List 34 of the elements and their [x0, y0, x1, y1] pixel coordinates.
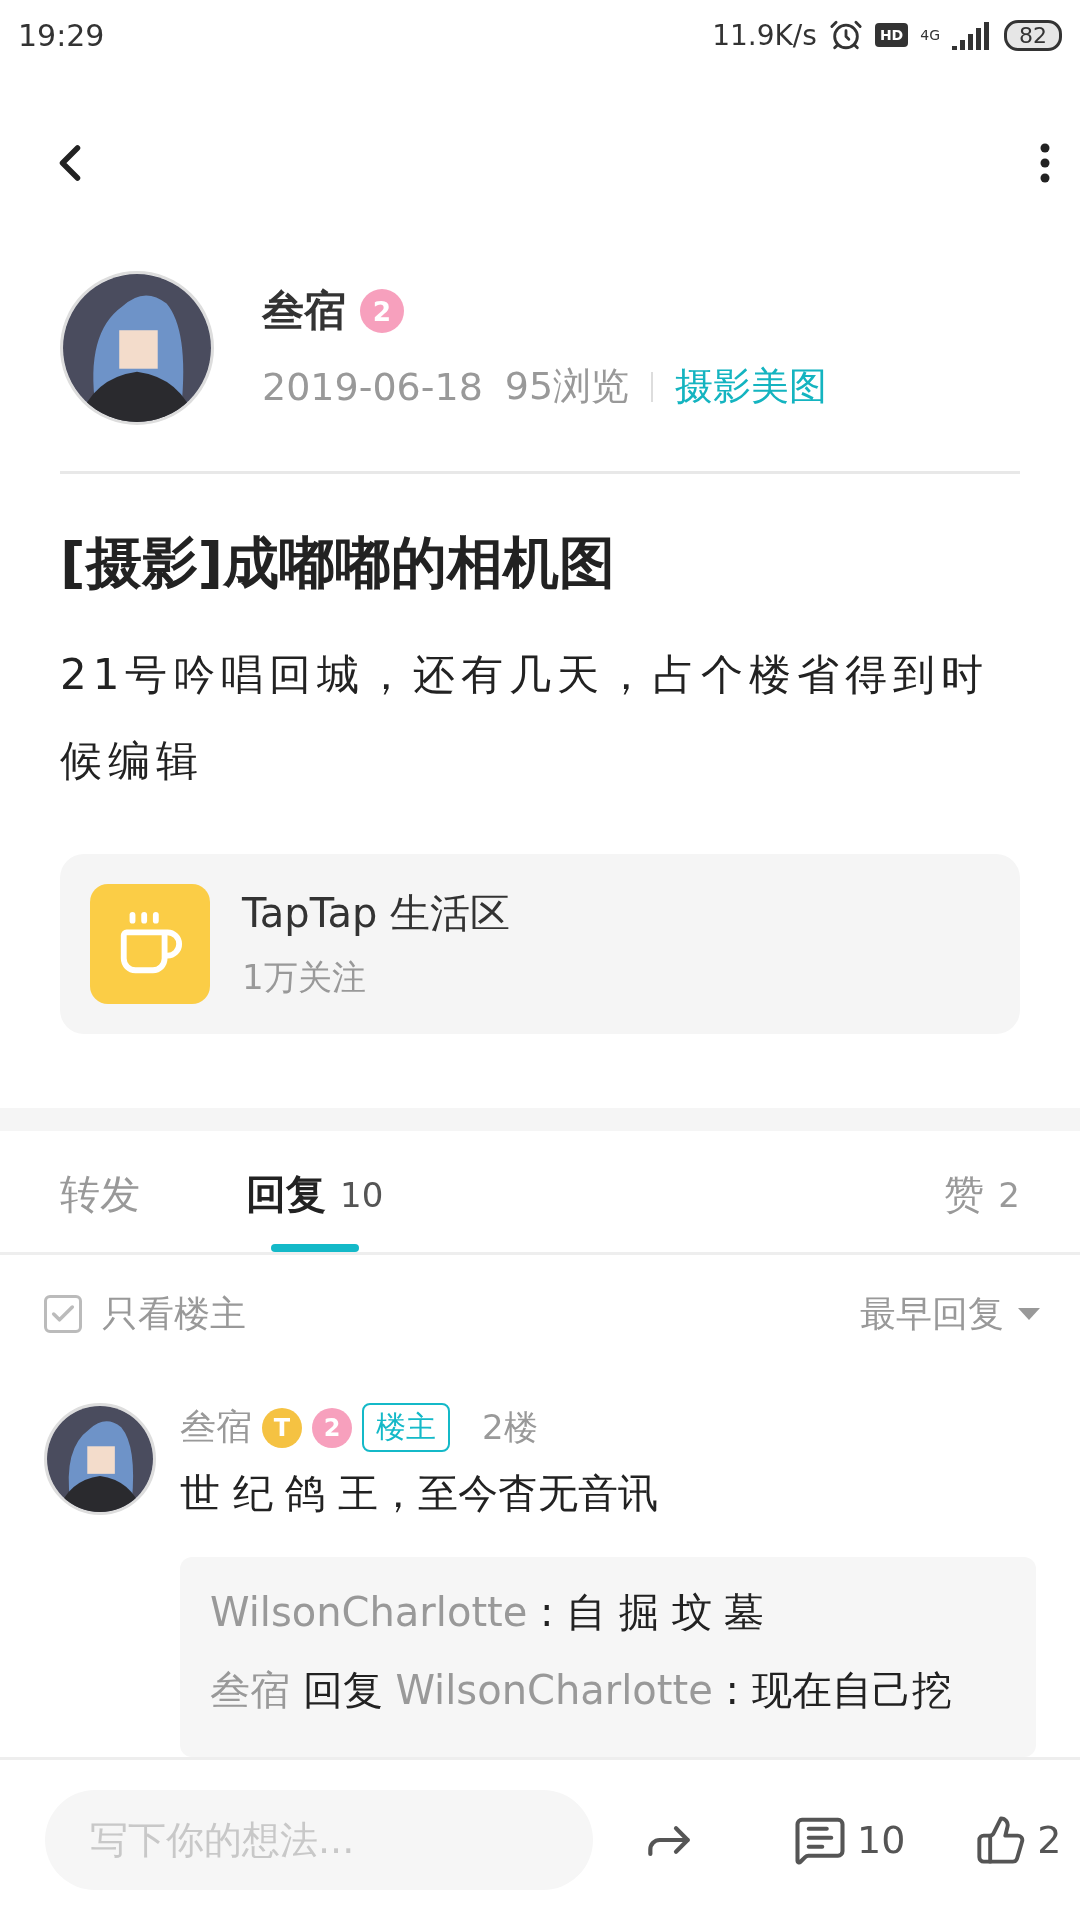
comments-button[interactable]: 10: [793, 1813, 906, 1867]
view-count: 95浏览: [504, 363, 630, 411]
signal-icon: [952, 20, 992, 50]
post-title: [摄影]成嘟嘟的相机图: [59, 528, 617, 597]
more-button[interactable]: [1040, 143, 1050, 184]
level-badge: 2: [360, 289, 404, 334]
author-name: 叁宿: [262, 285, 346, 338]
post-date: 2019-06-18: [262, 364, 483, 409]
comment-text: 世 纪 鸽 王，至今杳无音讯: [180, 1469, 660, 1518]
battery-icon: 82: [1004, 19, 1062, 51]
hd-icon: HD: [874, 23, 909, 47]
follower-count: 1万关注: [242, 956, 367, 1000]
coin-badge: T: [262, 1407, 302, 1448]
author-tag: 楼主: [362, 1403, 450, 1452]
commenter-name: 叁宿: [180, 1405, 252, 1449]
coffee-cup-icon: [90, 883, 210, 1004]
alarm-icon: [828, 18, 863, 52]
post-body: 21号吟唱回城，还有几天，占个楼省得到时候编辑: [59, 648, 991, 787]
caret-icon: [1018, 1308, 1040, 1321]
category-link[interactable]: 摄影美图: [675, 361, 828, 413]
author-only-checkbox[interactable]: 只看楼主: [44, 1289, 246, 1339]
community-card[interactable]: TapTap 生活区 1万关注: [60, 853, 1020, 1034]
reply-text: 叁宿 回复 WilsonCharlotte : 现在自己挖: [210, 1666, 953, 1715]
network-speed: 11.9K/s: [712, 18, 817, 52]
sort-dropdown[interactable]: 最早回复: [860, 1289, 1040, 1339]
tab[interactable]: 回复 10: [246, 1131, 384, 1253]
reply-text: WilsonCharlotte : 自 掘 坟 墓: [210, 1588, 766, 1637]
level-badge: 2: [312, 1407, 352, 1448]
more-icon: [1040, 143, 1050, 184]
network-type: 4G: [920, 27, 940, 43]
community-name: TapTap 生活区: [242, 889, 511, 939]
floor-number: 2楼: [482, 1405, 538, 1449]
status-time: 19:29: [18, 17, 105, 53]
like-button[interactable]: 2: [975, 1814, 1062, 1866]
